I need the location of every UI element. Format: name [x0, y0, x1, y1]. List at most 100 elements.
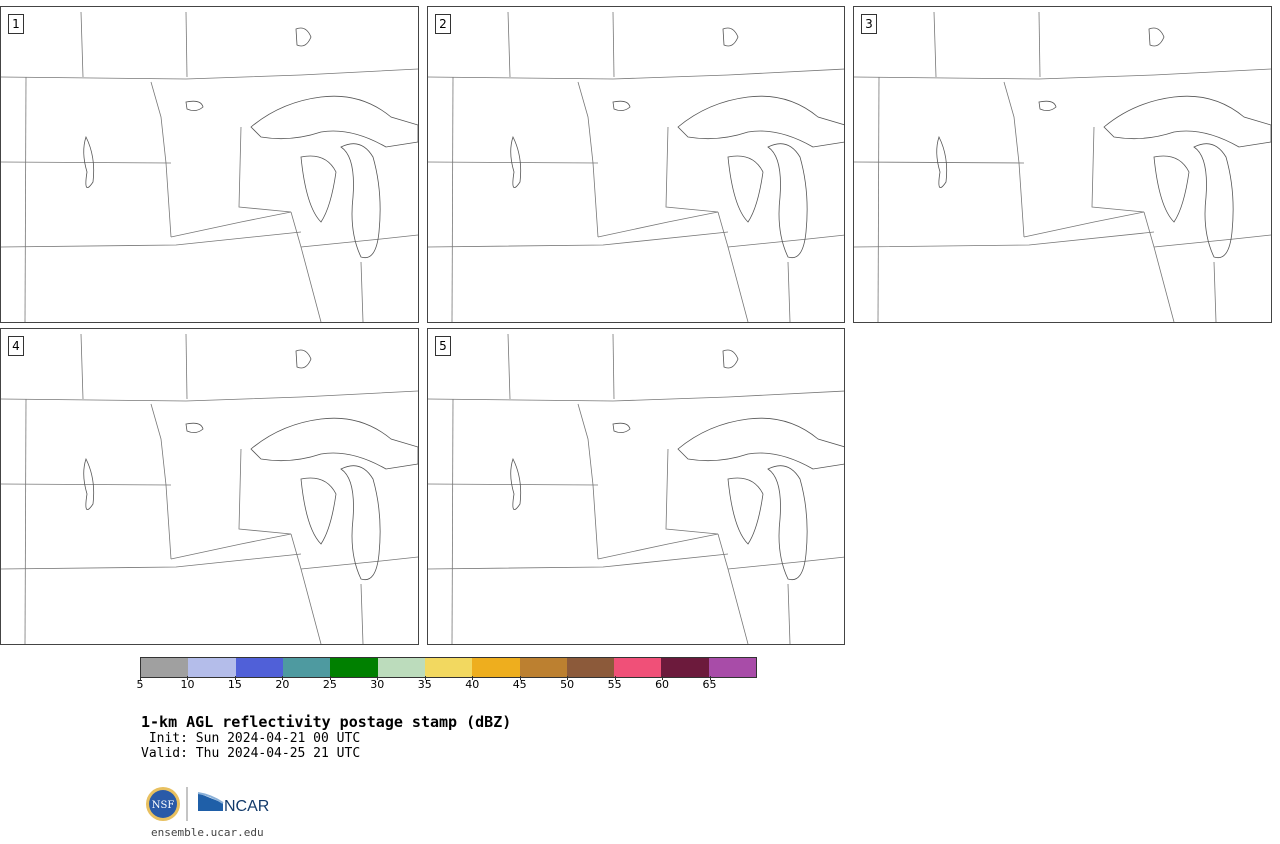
state-border: [360, 583, 364, 644]
lake-outline: [722, 349, 739, 369]
map-basemap: [1, 333, 418, 644]
state-border: [1, 390, 418, 402]
state-border: [1023, 211, 1145, 238]
panel-label: 2: [435, 14, 451, 34]
state-border: [727, 234, 844, 248]
colorbar-tick-label: 20: [275, 678, 290, 691]
lake-outline: [295, 349, 312, 369]
state-border: [854, 231, 1155, 248]
colorbar-segment: [708, 658, 757, 677]
state-border: [717, 211, 749, 322]
lake-outline: [185, 100, 204, 111]
state-border: [612, 333, 615, 400]
reflectivity-colorbar: [140, 657, 757, 678]
lake-outline: [340, 465, 381, 581]
state-border: [185, 11, 188, 78]
state-border: [507, 333, 511, 400]
state-border: [150, 81, 172, 238]
map-panel-4: 4: [0, 328, 419, 645]
nsf-logo-text: NSF: [152, 800, 175, 811]
lake-outline: [1193, 143, 1234, 259]
colorbar-segment: [282, 658, 331, 677]
colorbar-tick-label: 60: [655, 678, 670, 691]
state-border: [1, 68, 418, 80]
colorbar-tick-label: 25: [322, 678, 337, 691]
panel-label: 3: [861, 14, 877, 34]
lake-outline: [300, 477, 337, 545]
colorbar-tick-label: 35: [417, 678, 432, 691]
panel-label: 1: [8, 14, 24, 34]
state-border: [1091, 126, 1145, 213]
colorbar-tick-label: 5: [136, 678, 144, 691]
colorbar-segment: [377, 658, 425, 677]
lake-outline: [677, 417, 844, 470]
map-panel-2: 2: [427, 6, 845, 323]
lake-outline: [300, 155, 337, 223]
lake-outline: [612, 100, 631, 111]
colorbar-segment: [472, 658, 520, 677]
state-border: [300, 556, 418, 570]
state-border: [717, 533, 749, 644]
valid-time: Valid: Thu 2024-04-25 21 UTC: [141, 746, 361, 761]
state-border: [577, 403, 599, 560]
panel-label: 5: [435, 336, 451, 356]
state-border: [170, 211, 292, 238]
state-border: [507, 11, 511, 78]
state-border: [1003, 81, 1025, 238]
colorbar-tick-label: 55: [607, 678, 622, 691]
map-panel-5: 5: [427, 328, 845, 645]
colorbar-tick-label: 45: [512, 678, 527, 691]
lake-outline: [722, 27, 739, 47]
colorbar-tick-label: 40: [465, 678, 480, 691]
colorbar-tick-label: 50: [560, 678, 575, 691]
nsf-ncar-logo: NSF NCAR: [146, 787, 269, 821]
state-border: [300, 234, 418, 248]
state-border: [1, 553, 302, 570]
state-border: [80, 11, 84, 78]
state-border: [854, 161, 1025, 164]
lake-outline: [612, 422, 631, 433]
state-border: [170, 533, 292, 560]
init-time: Init: Sun 2024-04-21 00 UTC: [141, 731, 361, 746]
state-border: [428, 483, 599, 486]
colorbar-segment: [566, 658, 615, 677]
state-border: [577, 81, 599, 238]
state-border: [24, 76, 27, 322]
lake-outline: [250, 95, 418, 148]
state-border: [238, 448, 292, 535]
colorbar-tick-label: 65: [702, 678, 717, 691]
colorbar-segment: [235, 658, 283, 677]
state-border: [24, 398, 27, 644]
ncar-logo-text: NCAR: [224, 798, 269, 815]
state-border: [428, 161, 599, 164]
state-border: [787, 261, 791, 322]
state-border: [428, 390, 844, 402]
state-border: [597, 533, 719, 560]
colorbar-tick-label: 30: [370, 678, 385, 691]
lake-outline: [295, 27, 312, 47]
lake-outline: [727, 155, 764, 223]
state-border: [665, 126, 719, 213]
panel-label: 4: [8, 336, 24, 356]
colorbar-segment: [519, 658, 567, 677]
colorbar-segment: [614, 658, 662, 677]
lake-outline: [250, 417, 418, 470]
state-border: [877, 76, 880, 322]
lake-outline: [677, 95, 844, 148]
state-border: [597, 211, 719, 238]
state-border: [451, 76, 454, 322]
state-border: [80, 333, 84, 400]
state-border: [1143, 211, 1175, 322]
state-border: [451, 398, 454, 644]
state-border: [238, 126, 292, 213]
map-basemap: [1, 11, 418, 322]
colorbar-ticks: 5 10 15 20 25 30 35 40 45 50 55 60 65: [136, 676, 757, 698]
state-border: [428, 231, 729, 248]
state-border: [1, 161, 172, 164]
state-border: [787, 583, 791, 644]
state-border: [290, 211, 322, 322]
colorbar-segment: [330, 658, 378, 677]
lake-outline: [727, 477, 764, 545]
lake-outline: [1148, 27, 1165, 47]
lake-outline: [767, 465, 808, 581]
